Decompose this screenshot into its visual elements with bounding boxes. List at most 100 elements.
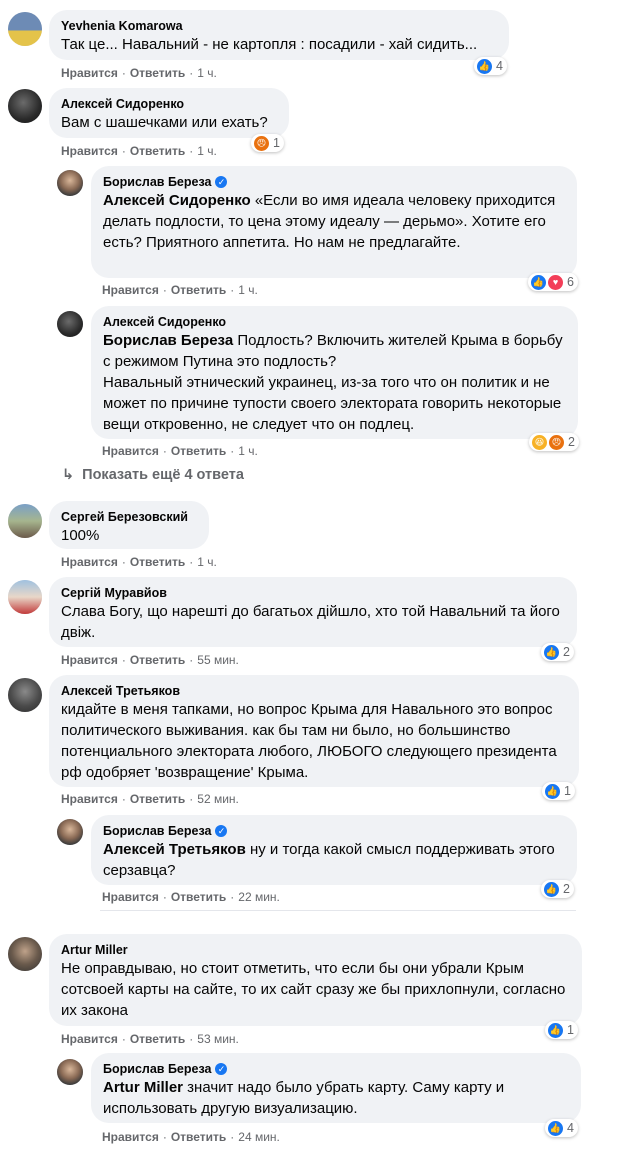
comment-actions: Нравится · Ответить · 1 ч. — [61, 144, 217, 158]
comment-time[interactable]: 1 ч. — [238, 283, 258, 297]
show-more-replies[interactable]: ↳ Показать ещё 4 ответа — [62, 467, 244, 483]
comment-time[interactable]: 24 мин. — [238, 1130, 280, 1144]
reaction-badge[interactable]: 👍 1 — [542, 782, 575, 800]
verified-badge-icon: ✓ — [215, 1063, 228, 1075]
verified-badge-icon: ✓ — [215, 825, 228, 837]
reply-button[interactable]: Ответить — [130, 144, 185, 158]
reply-arrow-icon: ↳ — [62, 467, 75, 483]
comment-text: Борислав Береза Подлость? Включить жител… — [103, 332, 563, 433]
comment-text: Алексей Сидоренко «Если во имя идеала че… — [103, 192, 556, 251]
like-button[interactable]: Нравится — [102, 1130, 159, 1144]
avatar[interactable] — [57, 819, 83, 845]
comment-time[interactable]: 1 ч. — [197, 555, 217, 569]
comment-time[interactable]: 1 ч. — [197, 66, 217, 80]
like-reaction-icon: 👍 — [530, 273, 547, 291]
reaction-badge[interactable]: 👍 4 — [545, 1119, 578, 1137]
reply-bubble: Борислав Береза ✓ Алексей Третьяков ну и … — [91, 815, 577, 885]
reaction-badge[interactable]: 😠 1 — [251, 134, 284, 152]
comment-time[interactable]: 52 мин. — [197, 792, 239, 806]
avatar[interactable] — [57, 170, 83, 196]
comment-text: Не оправдываю, но стоит отметить, что ес… — [61, 960, 566, 1019]
angry-reaction-icon: 😠 — [253, 134, 270, 152]
reply-button[interactable]: Ответить — [130, 792, 185, 806]
reply-button[interactable]: Ответить — [130, 653, 185, 667]
comment-bubble: Сергей Березовский 100% — [49, 501, 209, 549]
avatar[interactable] — [8, 89, 42, 123]
comment-author[interactable]: Алексей Сидоренко — [103, 314, 566, 330]
comment-time[interactable]: 1 ч. — [238, 444, 258, 458]
reply-input-placeholder[interactable] — [100, 910, 576, 917]
comment-actions: Нравится · Ответить · 1 ч. — [61, 66, 217, 80]
like-button[interactable]: Нравится — [61, 66, 118, 80]
comment-time[interactable]: 55 мин. — [197, 653, 239, 667]
like-button[interactable]: Нравится — [61, 653, 118, 667]
avatar[interactable] — [8, 937, 42, 971]
like-button[interactable]: Нравится — [102, 444, 159, 458]
comment-text: 100% — [61, 527, 100, 544]
reply-button[interactable]: Ответить — [171, 283, 226, 297]
comment-actions: Нравится · Ответить · 52 мин. — [61, 792, 239, 806]
mention-link[interactable]: Алексей Сидоренко — [103, 192, 251, 209]
reply-button[interactable]: Ответить — [171, 890, 226, 904]
reaction-count: 2 — [563, 645, 570, 659]
comment-author[interactable]: Борислав Береза ✓ — [103, 823, 565, 839]
comment-author[interactable]: Сергій Муравйов — [61, 585, 565, 601]
comment-author[interactable]: Сергей Березовский — [61, 509, 197, 525]
angry-reaction-icon: 😠 — [548, 433, 565, 451]
comment-text: кидайте в меня тапками, но вопрос Крыма … — [61, 701, 557, 781]
reaction-badge[interactable]: 👍 4 — [474, 57, 507, 75]
like-button[interactable]: Нравится — [102, 890, 159, 904]
like-button[interactable]: Нравится — [102, 283, 159, 297]
comment-actions: Нравится · Ответить · 55 мин. — [61, 653, 239, 667]
comment-actions: Нравится · Ответить · 53 мин. — [61, 1032, 239, 1046]
comment-author[interactable]: Yevhenia Komarowa — [61, 18, 497, 34]
avatar[interactable] — [8, 678, 42, 712]
avatar[interactable] — [57, 311, 83, 337]
reaction-badge[interactable]: 👍 2 — [541, 643, 574, 661]
comment-author[interactable]: Алексей Третьяков — [61, 683, 567, 699]
like-button[interactable]: Нравится — [61, 555, 118, 569]
avatar[interactable] — [8, 12, 42, 46]
comment-bubble: Алексей Сидоренко Вам с шашечками или ех… — [49, 88, 289, 138]
reply-button[interactable]: Ответить — [171, 444, 226, 458]
reply-bubble: Борислав Береза ✓ Алексей Сидоренко «Если… — [91, 166, 577, 278]
comment-author[interactable]: Борислав Береза ✓ — [103, 174, 565, 190]
comment-bubble: Yevhenia Komarowa Так це... Навальний - … — [49, 10, 509, 60]
like-button[interactable]: Нравится — [61, 144, 118, 158]
reaction-count: 2 — [568, 435, 575, 449]
mention-link[interactable]: Алексей Третьяков — [103, 841, 246, 858]
reply-button[interactable]: Ответить — [130, 1032, 185, 1046]
avatar[interactable] — [8, 504, 42, 538]
comment-actions: Нравится · Ответить · 1 ч. — [102, 444, 258, 458]
avatar[interactable] — [57, 1059, 83, 1085]
like-reaction-icon: 👍 — [543, 643, 560, 661]
comment-time[interactable]: 53 мин. — [197, 1032, 239, 1046]
reaction-badge[interactable]: 👍 ♥ 6 — [528, 273, 578, 291]
comment-actions: Нравится · Ответить · 22 мин. — [102, 890, 280, 904]
reaction-badge[interactable]: 👍 2 — [541, 880, 574, 898]
reaction-count: 6 — [567, 275, 574, 289]
mention-link[interactable]: Борислав Береза — [103, 332, 233, 349]
reaction-badge[interactable]: 👍 1 — [545, 1021, 578, 1039]
comment-time[interactable]: 22 мин. — [238, 890, 280, 904]
reply-button[interactable]: Ответить — [171, 1130, 226, 1144]
mention-link[interactable]: Artur Miller — [103, 1079, 183, 1096]
comment-bubble: Сергій Муравйов Слава Богу, що нарешті д… — [49, 577, 577, 647]
comment-text: Artur Miller значит надо было убрать кар… — [103, 1079, 505, 1117]
reaction-badge[interactable]: 😆 😠 2 — [529, 433, 579, 451]
comment-bubble: Artur Miller Не оправдываю, но стоит отм… — [49, 934, 582, 1026]
comment-author[interactable]: Борислав Береза ✓ — [103, 1061, 569, 1077]
like-button[interactable]: Нравится — [61, 792, 118, 806]
reply-button[interactable]: Ответить — [130, 555, 185, 569]
avatar[interactable] — [8, 580, 42, 614]
comment-author[interactable]: Artur Miller — [61, 942, 570, 958]
love-reaction-icon: ♥ — [547, 273, 564, 291]
reaction-count: 4 — [567, 1121, 574, 1135]
like-button[interactable]: Нравится — [61, 1032, 118, 1046]
reply-button[interactable]: Ответить — [130, 66, 185, 80]
like-reaction-icon: 👍 — [543, 880, 560, 898]
reaction-count: 1 — [273, 136, 280, 150]
comment-bubble: Алексей Третьяков кидайте в меня тапками… — [49, 675, 579, 787]
comment-author[interactable]: Алексей Сидоренко — [61, 96, 277, 112]
comment-time[interactable]: 1 ч. — [197, 144, 217, 158]
